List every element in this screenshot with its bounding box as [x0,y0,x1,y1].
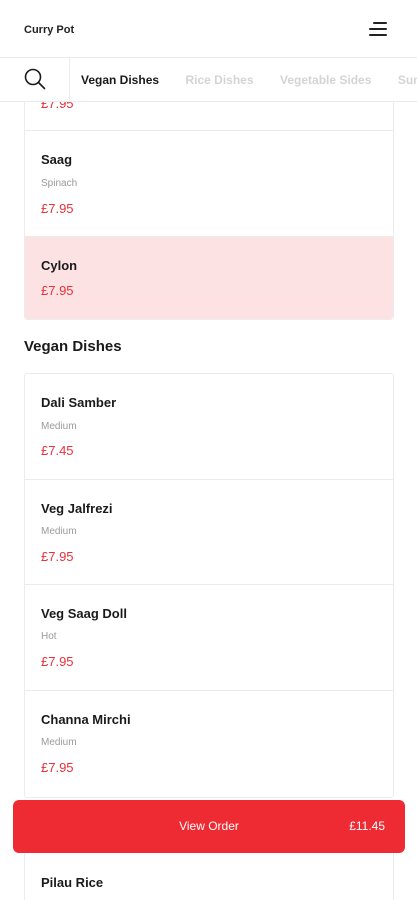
item-name: Veg Jalfrezi [41,501,113,516]
menu-content: £7.95 Saag Spinach £7.95 Cylon £7.95 Veg… [0,102,417,900]
search-icon [24,68,46,90]
item-description: Medium [41,421,77,432]
item-price: £7.95 [41,201,74,216]
item-description: Spinach [41,178,78,189]
menu-item[interactable]: Saag Spinach £7.95 [25,131,393,237]
menu-item[interactable]: Veg Jalfrezi Medium £7.95 [25,480,393,585]
menu-item[interactable]: Dali Samber Medium £7.45 [25,374,393,480]
item-name: Veg Saag Doll [41,606,127,621]
menu-item[interactable]: £7.95 [25,102,393,131]
tab-rice-dishes[interactable]: Rice Dishes [186,58,254,101]
item-price: £7.95 [41,760,74,775]
tab-vegetable-sides[interactable]: Vegetable Sides [280,58,371,101]
item-name: Pilau Rice [41,875,104,890]
view-order-label: View Order [179,819,239,833]
order-total: £11.45 [349,819,385,833]
item-name: Dali Samber [41,395,117,410]
section-title-vegan-dishes: Vegan Dishes [24,338,122,355]
menu-item[interactable]: Channa Mirchi Medium £7.95 [25,691,393,797]
tab-vegan-dishes[interactable]: Vegan Dishes [81,58,159,101]
item-name: Saag [41,152,73,167]
item-price: £7.95 [41,283,74,298]
vegan-dishes-card: Dali Samber Medium £7.45 Veg Jalfrezi Me… [24,373,394,798]
hamburger-menu-icon[interactable] [369,22,387,36]
item-name: Channa Mirchi [41,712,131,727]
app-header: Curry Pot [0,0,417,58]
menu-item-selected[interactable]: Cylon £7.95 [25,237,393,319]
search-button[interactable] [0,58,70,101]
item-price: £7.45 [41,443,74,458]
view-order-button[interactable]: View Order £11.45 [13,800,405,853]
item-description: Medium [41,737,77,748]
item-price: £7.95 [41,549,74,564]
item-price: £7.95 [41,102,74,111]
category-tabbar: Vegan Dishes Rice Dishes Vegetable Sides… [0,58,417,102]
menu-item[interactable]: Veg Saag Doll Hot £7.95 [25,585,393,691]
item-description: Medium [41,526,77,537]
previous-section-card: £7.95 Saag Spinach £7.95 Cylon £7.95 [24,102,394,320]
category-tabs: Vegan Dishes Rice Dishes Vegetable Sides… [81,58,417,101]
item-price: £7.95 [41,654,74,669]
restaurant-title: Curry Pot [24,24,75,36]
tab-sundries[interactable]: Sundries [398,58,417,101]
item-name: Cylon [41,258,78,273]
item-description: Hot [41,631,57,642]
